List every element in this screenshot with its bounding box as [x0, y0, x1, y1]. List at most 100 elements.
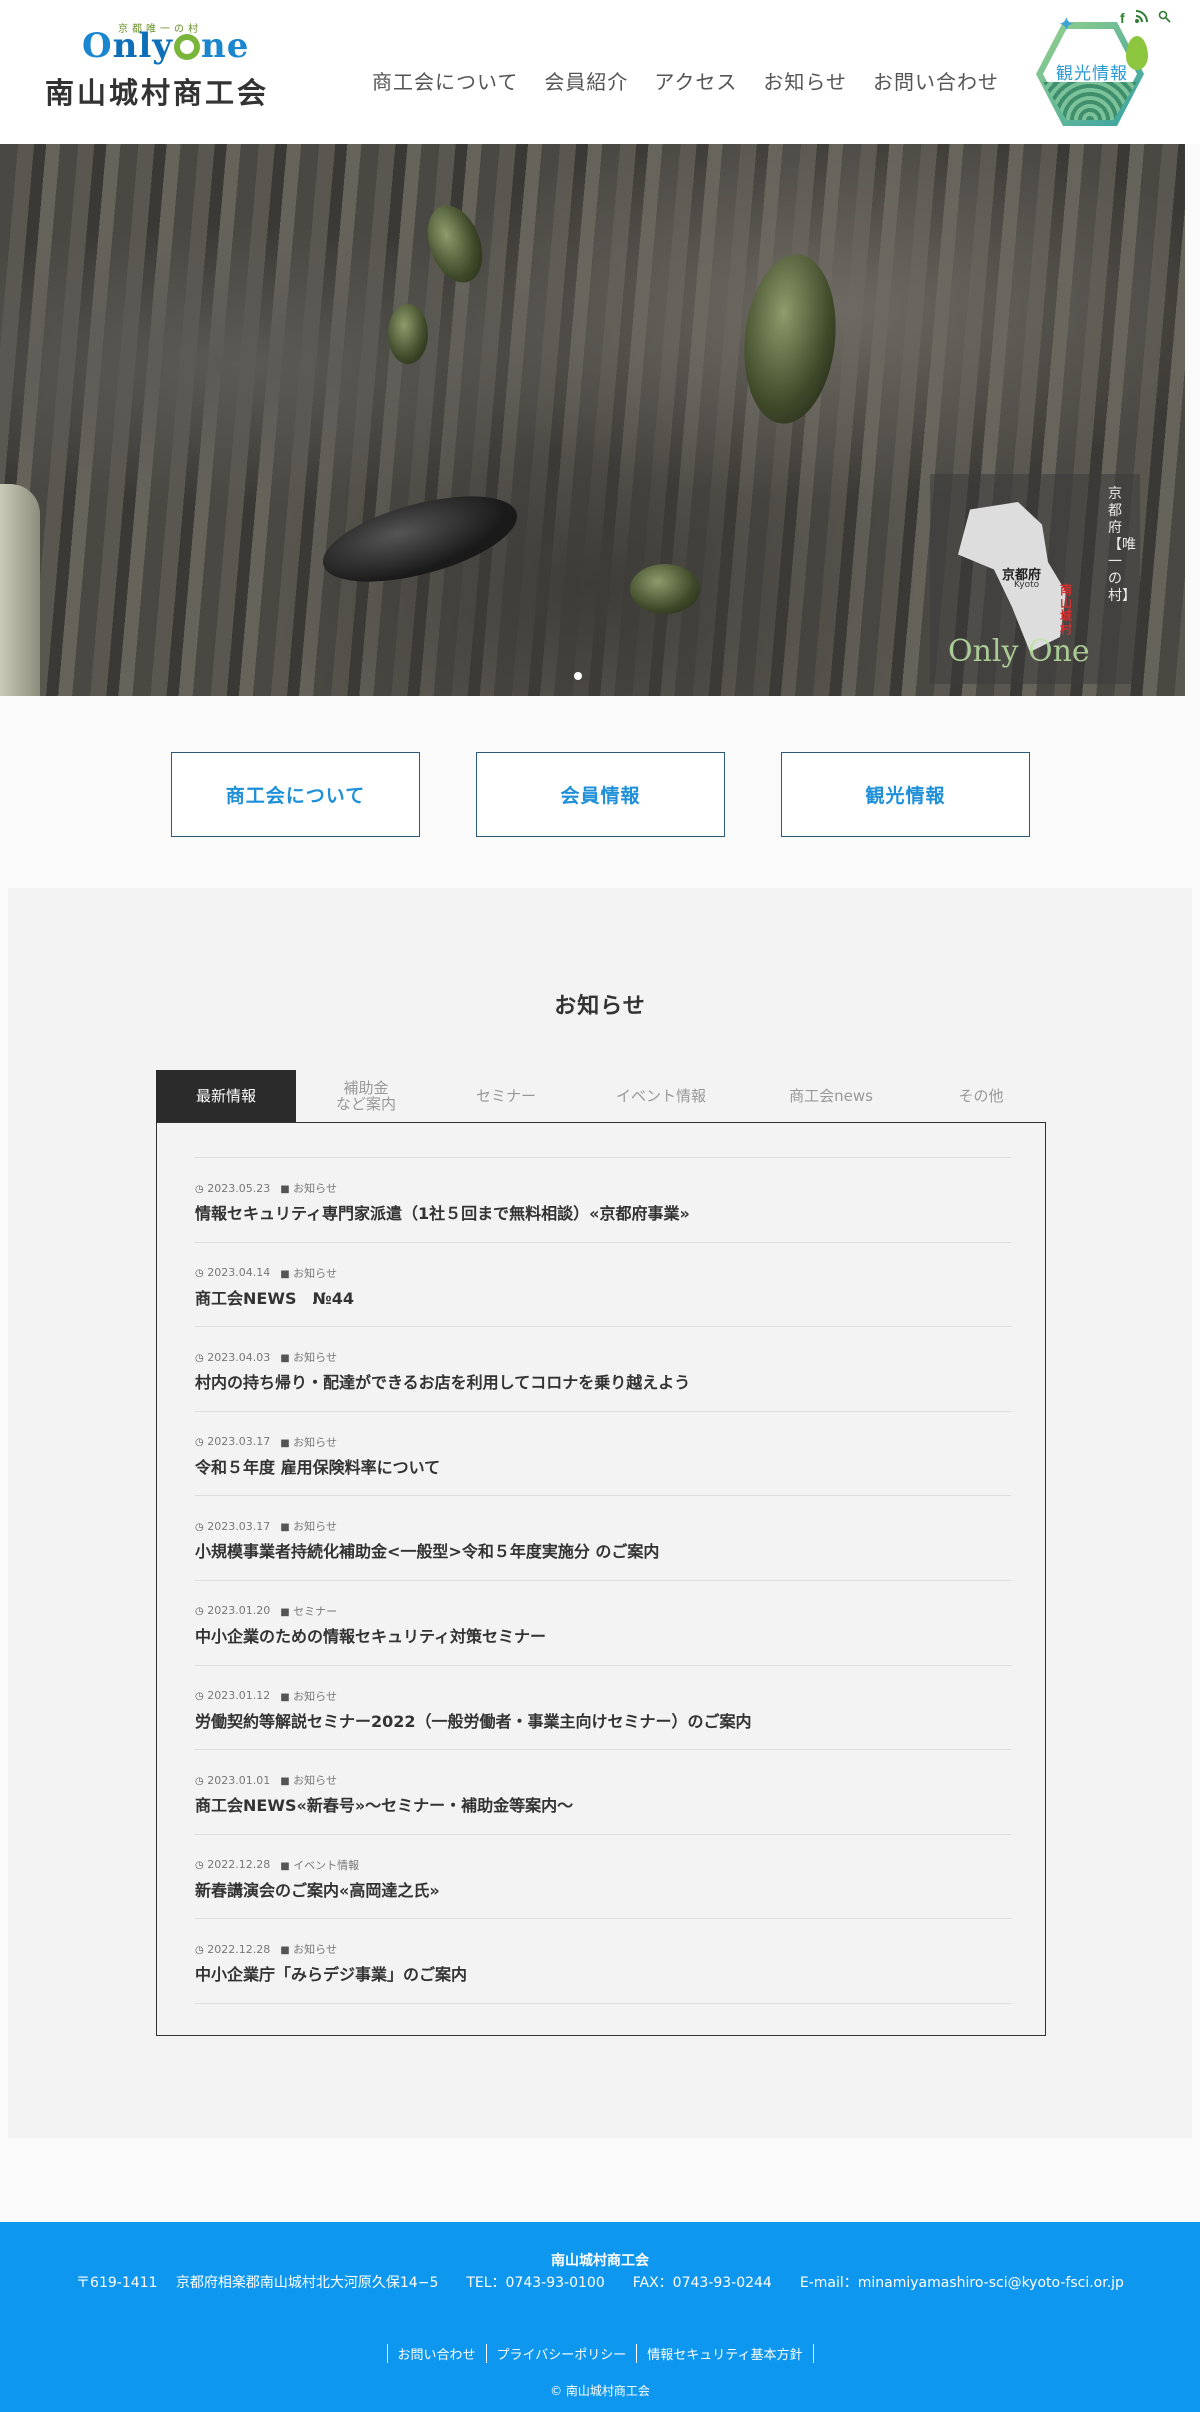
news-title[interactable]: 村内の持ち帰り・配達ができるお店を利用してコロナを乗り越えよう: [195, 1369, 690, 1393]
folder-icon: ■: [280, 1691, 290, 1703]
news-meta: ◷ 2023.04.03 ■ お知らせ: [195, 1349, 337, 1365]
nav-news[interactable]: お知らせ: [763, 66, 847, 95]
news-category[interactable]: ■ お知らせ: [280, 1518, 337, 1534]
news-item[interactable]: ◷ 2023.01.20 ■ セミナー中小企業のための情報セキュリティ対策セミナー: [195, 1581, 1011, 1666]
clock-icon: ◷: [195, 1691, 204, 1703]
tab-event[interactable]: イベント情報: [576, 1070, 746, 1122]
about-button[interactable]: 商工会について: [171, 752, 420, 837]
hero-slider[interactable]: 京都府 Kyoto 南山城村 京都府【唯一の村】 Only One: [0, 144, 1185, 696]
news-date: ◷ 2022.12.28: [195, 1942, 271, 1956]
slider-dot[interactable]: [574, 672, 582, 680]
folder-icon: ■: [280, 1945, 290, 1957]
news-title[interactable]: 令和５年度 雇用保険料率について: [195, 1454, 440, 1478]
nav-contact[interactable]: お問い合わせ: [873, 66, 999, 95]
footer-name: 南山城村商工会: [551, 2253, 649, 2269]
clock-icon: ◷: [195, 1521, 204, 1533]
news-category[interactable]: ■ お知らせ: [280, 1265, 337, 1281]
news-item[interactable]: ◷ 2023.03.17 ■ お知らせ令和５年度 雇用保険料率について: [195, 1412, 1011, 1497]
news-date: ◷ 2023.03.17: [195, 1435, 271, 1449]
beetle-image: [388, 304, 428, 364]
beetle-image: [314, 479, 526, 599]
news-title[interactable]: 中小企業のための情報セキュリティ対策セミナー: [195, 1623, 546, 1647]
folder-icon: ■: [280, 1606, 290, 1618]
tab-subsidy[interactable]: 補助金 など案内: [296, 1070, 436, 1122]
tourism-badge[interactable]: ✦ 観光情報: [1028, 12, 1156, 132]
tab-latest[interactable]: 最新情報: [156, 1070, 296, 1122]
tourism-button[interactable]: 観光情報: [781, 752, 1030, 837]
folder-icon: ■: [280, 1353, 290, 1365]
news-date: ◷ 2023.01.01: [195, 1773, 271, 1787]
village-label: 南山城村: [1060, 583, 1073, 636]
map-label-en: Kyoto: [1014, 580, 1040, 590]
nav-about[interactable]: 商工会について: [372, 66, 518, 95]
news-meta: ◷ 2023.03.17 ■ お知らせ: [195, 1518, 337, 1534]
news-date: ◷ 2023.04.14: [195, 1266, 271, 1280]
news-item[interactable]: ◷ 2023.04.14 ■ お知らせ商工会NEWS №44: [195, 1243, 1011, 1328]
news-item[interactable]: ◷ 2022.12.28 ■ お知らせ中小企業庁「みらデジ事業」のご案内: [195, 1919, 1011, 2004]
news-meta: ◷ 2023.04.14 ■ お知らせ: [195, 1265, 337, 1281]
tab-shokokai-news[interactable]: 商工会news: [746, 1070, 916, 1122]
news-date: ◷ 2023.01.20: [195, 1604, 271, 1618]
news-category[interactable]: ■ お知らせ: [280, 1941, 337, 1957]
nav-members[interactable]: 会員紹介: [544, 66, 628, 95]
news-category[interactable]: ■ お知らせ: [280, 1688, 337, 1704]
beetle-image: [417, 197, 493, 291]
news-category[interactable]: ■ お知らせ: [280, 1349, 337, 1365]
news-meta: ◷ 2022.12.28 ■ イベント情報: [195, 1857, 359, 1873]
clock-icon: ◷: [195, 1183, 204, 1195]
clock-icon: ◷: [195, 1437, 204, 1449]
nav-access[interactable]: アクセス: [654, 66, 737, 95]
news-item[interactable]: ◷ 2023.01.12 ■ お知らせ 労働契約等解説セミナー2022（一般労働者・…: [195, 1666, 1011, 1751]
folder-icon: ■: [280, 1437, 290, 1449]
tab-other[interactable]: その他: [916, 1070, 1046, 1122]
news-title[interactable]: 中小企業庁「みらデジ事業」のご案内: [195, 1961, 467, 1985]
site-footer: 南山城村商工会 〒619-1411 京都府相楽郡南山城村北大河原久保14−5 T…: [0, 2222, 1200, 2412]
vertical-slogan: 京都府【唯一の村】: [1108, 486, 1136, 604]
site-logo[interactable]: 京都唯一の村 Only ne 南山城村商工会: [40, 16, 280, 110]
news-item[interactable]: ◷ 2023.04.03 ■ お知らせ村内の持ち帰り・配達ができるお店を利用してコ…: [195, 1327, 1011, 1412]
news-item[interactable]: ◷ 2023.03.17 ■ お知らせ小規模事業者持続化補助金<一般型>令和５年度…: [195, 1496, 1011, 1581]
folder-icon: ■: [280, 1522, 290, 1534]
clock-icon: ◷: [195, 1606, 204, 1618]
site-header: 京都唯一の村 Only ne 南山城村商工会 商工会について 会員紹介 アクセス …: [0, 0, 1200, 144]
tourism-badge-label: 観光情報: [1056, 64, 1128, 84]
footer-links: お問い合わせ プライバシーポリシー 情報セキュリティ基本方針: [0, 2344, 1200, 2363]
leaf-icon: [1126, 36, 1148, 70]
news-title[interactable]: 商工会NEWS«新春号»〜セミナー・補助金等案内〜: [195, 1792, 573, 1816]
news-title[interactable]: 新春講演会のご案内«高岡達之氏»: [195, 1877, 440, 1901]
footer-link-privacy[interactable]: プライバシーポリシー: [485, 2344, 637, 2363]
hero-watermark: Only One: [948, 634, 1090, 669]
news-section: お知らせ 最新情報 補助金 など案内 セミナー イベント情報 商工会news そ…: [8, 888, 1192, 2138]
news-meta: ◷ 2023.03.17 ■ お知らせ: [195, 1434, 337, 1450]
news-title[interactable]: 労働契約等解説セミナー2022（一般労働者・事業主向けセミナー）のご案内: [195, 1708, 752, 1732]
news-item[interactable]: ◷ 2022.12.28 ■ イベント情報新春講演会のご案内«高岡達之氏»: [195, 1835, 1011, 1920]
tab-seminar[interactable]: セミナー: [436, 1070, 576, 1122]
news-category[interactable]: ■ イベント情報: [280, 1857, 359, 1873]
beetle-image: [736, 249, 844, 429]
footer-link-contact[interactable]: お問い合わせ: [386, 2344, 486, 2363]
news-item[interactable]: ◷ 2023.05.23 ■ お知らせ 情報セキュリティ専門家派遣（1社５回まで無料…: [195, 1158, 1011, 1243]
news-heading: お知らせ: [554, 994, 646, 1019]
news-title[interactable]: 商工会NEWS №44: [195, 1285, 354, 1309]
news-category[interactable]: ■ お知らせ: [280, 1772, 337, 1788]
search-icon[interactable]: [1158, 10, 1171, 27]
news-meta: ◷ 2023.01.20 ■ セミナー: [195, 1603, 337, 1619]
clock-icon: ◷: [195, 1775, 204, 1787]
news-date: ◷ 2023.03.17: [195, 1519, 271, 1533]
news-item[interactable]: ◷ 2023.01.01 ■ お知らせ商工会NEWS«新春号»〜セミナー・補助金等…: [195, 1750, 1011, 1835]
news-category[interactable]: ■ お知らせ: [280, 1180, 337, 1196]
members-button[interactable]: 会員情報: [476, 752, 725, 837]
logo-name: 南山城村商工会: [45, 76, 270, 110]
footer-link-security[interactable]: 情報セキュリティ基本方針: [636, 2344, 814, 2363]
news-category[interactable]: ■ セミナー: [280, 1603, 337, 1619]
copyright: © 南山城村商工会: [550, 2384, 650, 2398]
news-title[interactable]: 小規模事業者持続化補助金<一般型>令和５年度実施分 のご案内: [195, 1538, 659, 1562]
folder-icon: ■: [280, 1184, 290, 1195]
news-title[interactable]: 情報セキュリティ専門家派遣（1社５回まで無料相談）«京都府事業»: [195, 1200, 690, 1224]
clock-icon: ◷: [195, 1268, 204, 1280]
hero-edge: [0, 484, 40, 696]
news-category[interactable]: ■ お知らせ: [280, 1434, 337, 1450]
clock-icon: ◷: [195, 1860, 204, 1872]
clock-icon: ◷: [195, 1352, 204, 1364]
footer-address: 〒619-1411 京都府相楽郡南山城村北大河原久保14−5 TEL：0743-…: [76, 2275, 1124, 2291]
